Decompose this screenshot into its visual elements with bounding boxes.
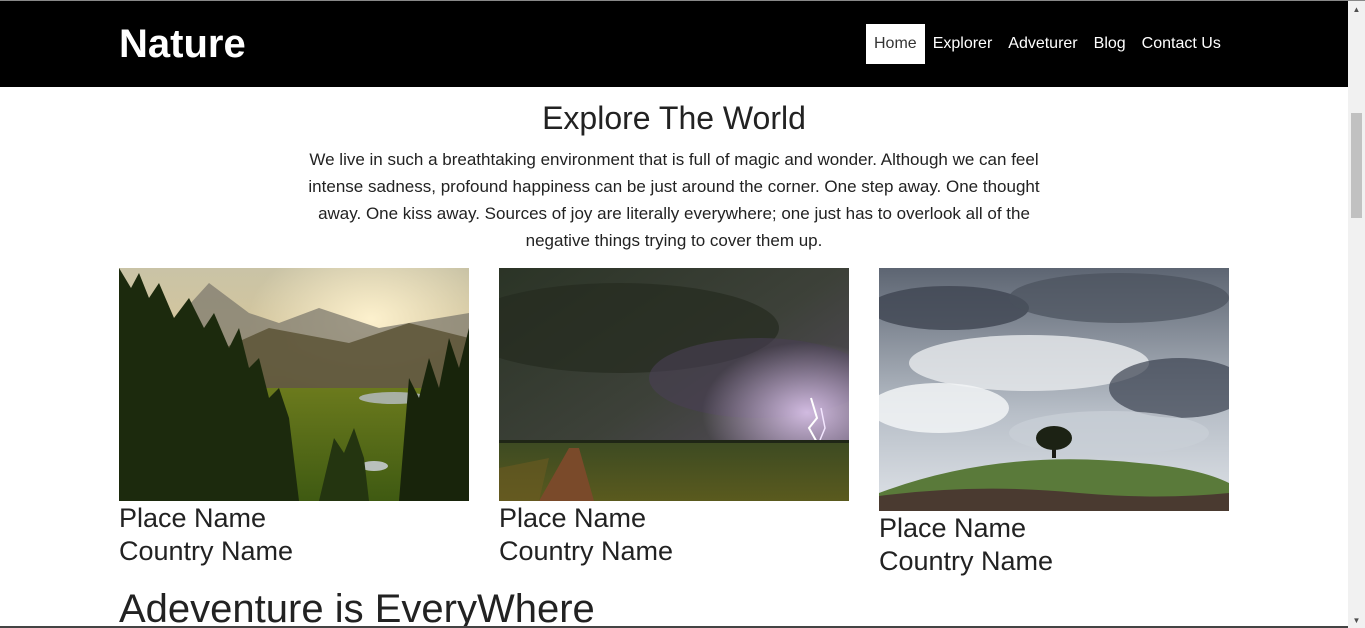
card-country-name: Country Name: [119, 536, 294, 566]
section-title: Adeventure is EveryWhere: [119, 587, 595, 628]
hero-title: Explore The World: [542, 100, 806, 136]
hero-text: We live in such a breathtaking environme…: [308, 150, 1040, 250]
scroll-down-icon[interactable]: ▼: [1348, 612, 1365, 628]
navbar: Nature Home Explorer Adveturer Blog Cont…: [0, 1, 1348, 87]
nav-item-blog[interactable]: Blog: [1086, 24, 1134, 64]
scroll-up-icon[interactable]: ▲: [1348, 1, 1365, 18]
lightning-storm-image: [499, 268, 849, 501]
place-card: Place Name Country Name: [499, 268, 849, 568]
place-card: Place Name Country Name: [119, 268, 469, 568]
nav-item-adveturer[interactable]: Adveturer: [1000, 24, 1085, 64]
card-place-name: Place Name: [499, 503, 647, 533]
vertical-scrollbar[interactable]: ▲ ▼: [1348, 1, 1365, 628]
scrollbar-thumb[interactable]: [1351, 113, 1362, 218]
page: Nature Home Explorer Adveturer Blog Cont…: [0, 0, 1365, 628]
card-country-name: Country Name: [499, 536, 674, 566]
nav-item-explorer[interactable]: Explorer: [925, 24, 1001, 64]
brand-logo[interactable]: Nature: [119, 21, 246, 67]
card-place-name: Place Name: [119, 503, 267, 533]
place-card: Place Name Country Name: [879, 268, 1229, 578]
mountain-valley-image: [119, 268, 469, 501]
main-nav: Home Explorer Adveturer Blog Contact Us: [866, 24, 1229, 64]
card-country-name: Country Name: [879, 546, 1054, 576]
nav-item-home[interactable]: Home: [866, 24, 925, 64]
cloudy-hill-tree-image: [879, 268, 1229, 511]
card-place-name: Place Name: [879, 513, 1027, 543]
nav-item-contact-us[interactable]: Contact Us: [1134, 24, 1229, 64]
